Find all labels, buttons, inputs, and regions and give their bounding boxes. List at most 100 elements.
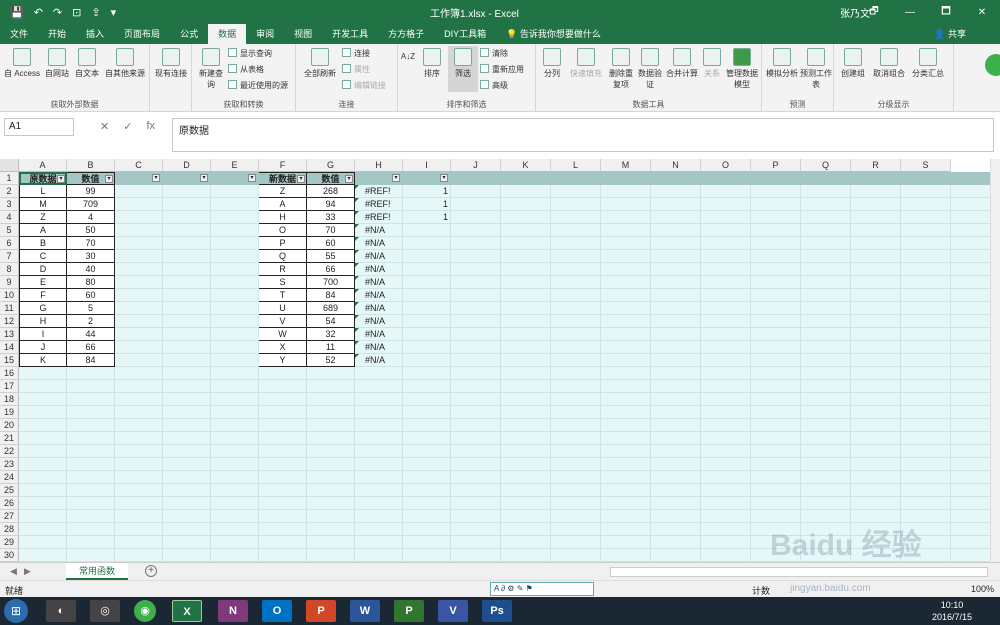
table1-cell[interactable]: 40 xyxy=(67,263,115,276)
from-other-sources-button[interactable]: 自其他来源 xyxy=(102,48,148,79)
what-if-button[interactable]: 模拟分析 xyxy=(764,48,800,79)
filter-dropdown-icon[interactable]: ▾ xyxy=(248,174,256,182)
upload-icon[interactable]: ⇪ xyxy=(91,6,100,19)
row-header-21[interactable]: 21 xyxy=(0,432,19,445)
forecast-sheet-button[interactable]: 预测工作表 xyxy=(800,48,832,90)
table2-cell[interactable]: 689 xyxy=(307,302,355,315)
filter-dropdown-icon[interactable]: ▾ xyxy=(345,175,353,183)
table2-cell[interactable]: P xyxy=(259,237,307,250)
row-header-4[interactable]: 4 xyxy=(0,211,19,224)
taskbar-office-app-icon[interactable]: V xyxy=(438,600,468,622)
row-header-25[interactable]: 25 xyxy=(0,484,19,497)
sheet-tab-common-functions[interactable]: 常用函数 xyxy=(66,563,128,580)
row-header-22[interactable]: 22 xyxy=(0,445,19,458)
table2-cell[interactable]: Z xyxy=(259,185,307,198)
table1-header[interactable]: 数值 ▾ xyxy=(67,172,115,185)
column-h-cell[interactable]: #N/A xyxy=(365,315,403,328)
table2-cell[interactable]: H xyxy=(259,211,307,224)
filter-dropdown-icon[interactable]: ▾ xyxy=(392,174,400,182)
table2-header[interactable]: 新数据 ▾ xyxy=(259,172,307,185)
table2-cell[interactable]: Y xyxy=(259,354,307,367)
table2-cell[interactable]: O xyxy=(259,224,307,237)
table1-cell[interactable]: H xyxy=(19,315,67,328)
enter-icon[interactable]: ✓ xyxy=(123,120,132,133)
column-header-j[interactable]: J xyxy=(451,159,501,172)
group-button[interactable]: 创建组 xyxy=(836,48,870,79)
subtotal-button[interactable]: 分类汇总 xyxy=(908,48,948,79)
row-header-7[interactable]: 7 xyxy=(0,250,19,263)
column-h-cell[interactable]: #REF! xyxy=(365,211,403,224)
column-header-r[interactable]: R xyxy=(851,159,901,172)
from-access-button[interactable]: 自 Access xyxy=(2,48,42,79)
redo-icon[interactable]: ↷ xyxy=(53,6,62,19)
table2-cell[interactable]: T xyxy=(259,289,307,302)
row-header-1[interactable]: 1 xyxy=(0,172,19,185)
table1-cell[interactable]: E xyxy=(19,276,67,289)
column-h-cell[interactable]: #REF! xyxy=(365,185,403,198)
green-circle-icon[interactable] xyxy=(985,54,1000,76)
row-header-30[interactable]: 30 xyxy=(0,549,19,562)
table2-cell[interactable]: 60 xyxy=(307,237,355,250)
relationships-button[interactable]: 关系 xyxy=(700,48,724,79)
sheet-nav-prev-icon[interactable]: ◀ xyxy=(10,566,17,577)
table2-cell[interactable]: 52 xyxy=(307,354,355,367)
table2-cell[interactable]: 700 xyxy=(307,276,355,289)
filter-dropdown-icon[interactable]: ▾ xyxy=(440,174,448,182)
row-header-23[interactable]: 23 xyxy=(0,458,19,471)
table1-cell[interactable]: 5 xyxy=(67,302,115,315)
column-h-cell[interactable]: #N/A xyxy=(365,289,403,302)
table2-cell[interactable]: V xyxy=(259,315,307,328)
taskbar-office-app-icon[interactable]: W xyxy=(350,600,380,622)
recent-sources-button[interactable]: 最近使用的源 xyxy=(228,80,288,91)
cell-area[interactable]: 原数据 ▾ 数值 ▾ L 99 M 709 Z 4 A 50 B 70 C 30 D 40 E 80 F 60 G 5 H 2 I 4… xyxy=(19,172,990,562)
row-header-12[interactable]: 12 xyxy=(0,315,19,328)
sheet-nav-next-icon[interactable]: ▶ xyxy=(24,566,31,577)
cancel-icon[interactable]: ✕ xyxy=(100,120,109,133)
column-header-e[interactable]: E xyxy=(211,159,259,172)
table1-cell[interactable]: 50 xyxy=(67,224,115,237)
tab-diy[interactable]: DIY工具箱 xyxy=(434,24,496,44)
column-header-i[interactable]: I xyxy=(403,159,451,172)
row-header-6[interactable]: 6 xyxy=(0,237,19,250)
column-header-b[interactable]: B xyxy=(67,159,115,172)
tab-home[interactable]: 开始 xyxy=(38,24,76,44)
table2-cell[interactable]: 268 xyxy=(307,185,355,198)
fx-icon[interactable]: fx xyxy=(146,120,155,133)
name-box[interactable]: A1 xyxy=(4,118,74,136)
tell-me-box[interactable]: 💡 告诉我你想要做什么 xyxy=(496,24,611,44)
table1-cell[interactable]: 70 xyxy=(67,237,115,250)
column-h-cell[interactable]: #N/A xyxy=(365,224,403,237)
row-header-3[interactable]: 3 xyxy=(0,198,19,211)
share-button[interactable]: 👤 共享 xyxy=(934,24,966,44)
tab-formulas[interactable]: 公式 xyxy=(170,24,208,44)
table1-cell[interactable]: D xyxy=(19,263,67,276)
taskbar-app-icon[interactable]: ◐ xyxy=(46,600,76,622)
column-header-n[interactable]: N xyxy=(651,159,701,172)
undo-icon[interactable]: ↶ xyxy=(34,6,43,19)
properties-button[interactable]: 属性 xyxy=(342,64,370,75)
table1-cell[interactable]: M xyxy=(19,198,67,211)
table2-cell[interactable]: A xyxy=(259,198,307,211)
taskbar-office-app-icon[interactable]: Ps xyxy=(482,600,512,622)
table2-cell[interactable]: 84 xyxy=(307,289,355,302)
column-i-cell[interactable]: 1 xyxy=(403,185,448,198)
table2-cell[interactable]: 70 xyxy=(307,224,355,237)
column-header-h[interactable]: H xyxy=(355,159,403,172)
column-header-m[interactable]: M xyxy=(601,159,651,172)
row-header-28[interactable]: 28 xyxy=(0,523,19,536)
column-header-k[interactable]: K xyxy=(501,159,551,172)
from-text-button[interactable]: 自文本 xyxy=(72,48,102,79)
minimize-button[interactable]: — xyxy=(892,0,928,24)
maximize-button[interactable]: 🗖 xyxy=(928,0,964,24)
vertical-scrollbar[interactable] xyxy=(990,159,1000,562)
taskbar-clock[interactable]: 10:10 2016/7/15 xyxy=(932,599,972,623)
row-header-24[interactable]: 24 xyxy=(0,471,19,484)
horizontal-scrollbar[interactable] xyxy=(610,567,988,577)
table2-cell[interactable]: 11 xyxy=(307,341,355,354)
row-header-26[interactable]: 26 xyxy=(0,497,19,510)
table1-cell[interactable]: 44 xyxy=(67,328,115,341)
table2-cell[interactable]: 66 xyxy=(307,263,355,276)
table2-cell[interactable]: X xyxy=(259,341,307,354)
table2-cell[interactable]: 55 xyxy=(307,250,355,263)
table1-cell[interactable]: K xyxy=(19,354,67,367)
